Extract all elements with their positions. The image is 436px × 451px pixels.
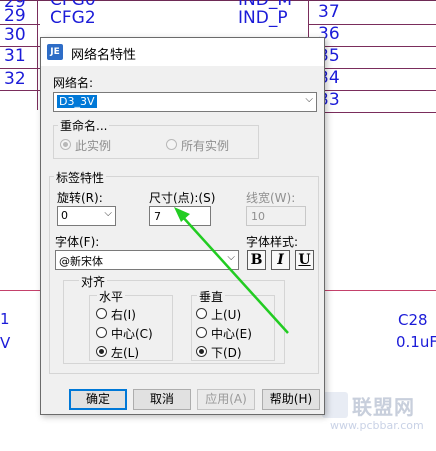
annotation-arrow — [174, 207, 289, 334]
annotation-arrow-line — [180, 214, 289, 334]
annotation-arrow-head — [174, 207, 190, 222]
